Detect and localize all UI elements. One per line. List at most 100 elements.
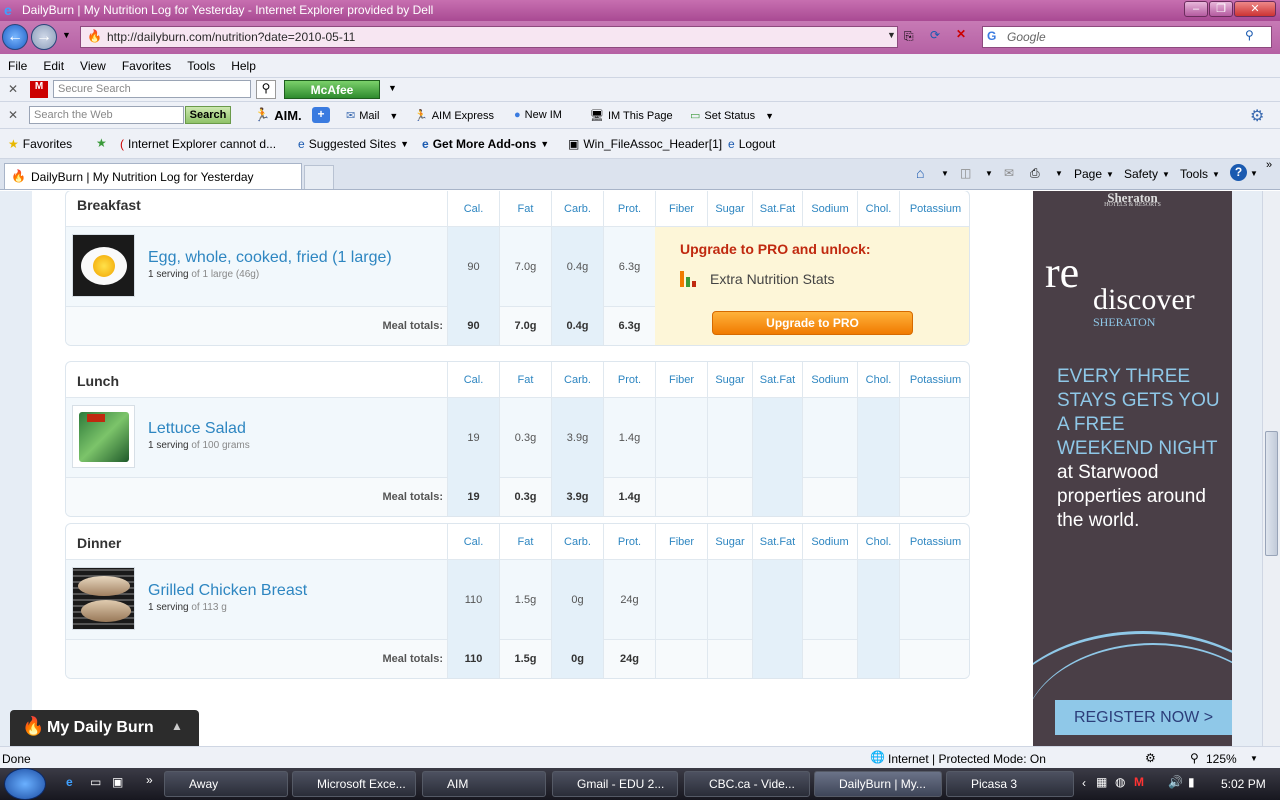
read-mail-icon[interactable]: ✉ (1004, 166, 1014, 180)
globe-icon: 🌐 (870, 750, 885, 764)
my-daily-burn-widget[interactable]: 🔥 My Daily Burn ▲ (10, 710, 199, 746)
food-name-link[interactable]: Grilled Chicken Breast (148, 582, 307, 600)
menu-help[interactable]: Help (231, 59, 256, 73)
secure-search-icon[interactable]: ⚲ (256, 80, 276, 99)
gear-icon[interactable]: ⚙ (1250, 106, 1264, 126)
print-dropdown-icon[interactable]: ▼ (1055, 169, 1063, 178)
start-button[interactable] (4, 768, 46, 800)
sheraton-ad[interactable]: Sheraton HOTELS & RESORTS re discover SH… (1033, 191, 1232, 746)
favorite-item-win-fileassoc[interactable]: ▣ Win_FileAssoc_Header[1] (568, 137, 722, 151)
help-dropdown-icon[interactable]: ▼ (1250, 169, 1258, 178)
search-box[interactable]: G Google ⚲ (982, 26, 1272, 48)
upgrade-pro-button[interactable]: Upgrade to PRO (712, 311, 913, 335)
meal-lunch: Lunch Cal. Fat Carb. Prot. Fiber Sugar Sat.Fat… (65, 361, 970, 517)
new-tab-button[interactable] (304, 165, 334, 189)
address-dropdown-icon[interactable]: ▼ (887, 30, 896, 40)
mcafee-button[interactable]: McAfee (284, 80, 380, 99)
zoom-level[interactable]: 125% (1206, 752, 1237, 766)
maximize-button[interactable]: ❐ (1209, 1, 1233, 17)
task-aim[interactable]: AIM (422, 771, 546, 797)
mail-dropdown-icon[interactable]: ▼ (389, 111, 398, 121)
im-this-page-button[interactable]: 🖥 IM This Page (590, 109, 673, 123)
tab-dailyburn[interactable]: 🔥 DailyBurn | My Nutrition Log for Yeste… (4, 163, 302, 189)
favorite-item-logout[interactable]: e Logout (728, 137, 775, 151)
stop-icon[interactable]: ✕ (956, 27, 966, 41)
favorites-button[interactable]: ★ Favorites (8, 137, 72, 151)
favorites-star-icon: ★ (8, 137, 19, 151)
mail-button[interactable]: ✉ Mail ▼ (346, 109, 398, 123)
favorite-item-suggested-sites[interactable]: e Suggested Sites ▼ (298, 137, 409, 151)
refresh-icon[interactable]: ⟳ (930, 28, 940, 42)
print-icon[interactable]: ⎙ (1030, 166, 1040, 181)
web-search-input[interactable]: Search the Web (29, 106, 184, 124)
new-im-button[interactable]: ● New IM (514, 109, 562, 121)
back-button[interactable]: ← (2, 24, 28, 50)
food-name-link[interactable]: Lettuce Salad (148, 420, 246, 438)
home-icon[interactable]: ⌂ (916, 165, 924, 181)
web-search-button[interactable]: Search (185, 106, 231, 124)
more-chevron-icon[interactable]: » (1266, 159, 1272, 171)
register-now-button[interactable]: REGISTER NOW > (1055, 700, 1232, 735)
favorite-item-ie-error[interactable]: (Internet Explorer cannot d... (120, 137, 276, 151)
close-toolbar-icon[interactable]: ✕ (8, 108, 18, 122)
compatibility-icon[interactable]: ⎘ (904, 29, 914, 44)
set-status-dropdown-icon[interactable]: ▼ (765, 111, 774, 121)
add-favorite-icon[interactable]: ★ (96, 136, 107, 150)
home-dropdown-icon[interactable]: ▼ (941, 169, 949, 178)
task-away[interactable]: Away (164, 771, 288, 797)
show-desktop-icon[interactable]: ▭ (90, 775, 101, 789)
page-menu[interactable]: Page ▼ (1074, 167, 1114, 181)
quicklaunch-overflow-icon[interactable]: » (146, 773, 153, 787)
aim-express-button[interactable]: 🏃 AIM Express (414, 109, 494, 123)
secure-search-input[interactable]: Secure Search (53, 80, 251, 98)
safety-menu[interactable]: Safety ▼ (1124, 167, 1170, 181)
food-name-link[interactable]: Egg, whole, cooked, fried (1 large) (148, 249, 392, 267)
vertical-scrollbar[interactable] (1262, 191, 1280, 746)
zoom-dropdown-icon[interactable]: ▼ (1250, 754, 1258, 763)
scrollbar-thumb[interactable] (1265, 431, 1278, 556)
nutrient-value (655, 398, 707, 478)
tray-app-icon[interactable]: ◍ (1115, 775, 1125, 789)
add-button[interactable]: + (312, 107, 330, 123)
feeds-icon[interactable]: ◫ (960, 166, 971, 180)
column-header-chol: Chol. (857, 524, 899, 560)
set-status-button[interactable]: ▭ Set Status ▼ (690, 109, 774, 123)
system-clock[interactable]: 5:02 PM (1221, 777, 1266, 791)
task-dailyburn[interactable]: DailyBurn | My... (814, 771, 942, 797)
menu-file[interactable]: File (8, 59, 27, 73)
menu-view[interactable]: View (80, 59, 106, 73)
mcafee-dropdown-icon[interactable]: ▼ (388, 83, 397, 93)
help-icon[interactable]: ? (1230, 164, 1247, 181)
favorite-item-get-addons[interactable]: e Get More Add-ons ▼ (422, 137, 549, 151)
nutrient-value (857, 398, 899, 478)
protected-mode-icon[interactable]: ⚙ (1145, 751, 1156, 765)
task-picasa[interactable]: Picasa 3 (946, 771, 1074, 797)
search-icon[interactable]: ⚲ (1245, 28, 1254, 42)
tray-battery-icon[interactable]: ▮ (1188, 775, 1195, 789)
get-addons-dropdown-icon[interactable]: ▼ (540, 139, 549, 149)
meal-total-value: 1.4g (603, 478, 655, 516)
tray-overflow-icon[interactable]: ‹ (1082, 776, 1086, 790)
switch-windows-icon[interactable]: ▣ (112, 775, 123, 789)
address-bar[interactable]: 🔥 http://dailyburn.com/nutrition?date=20… (80, 26, 898, 48)
close-toolbar-icon[interactable]: ✕ (8, 82, 18, 96)
menu-favorites[interactable]: Favorites (122, 59, 171, 73)
forward-button[interactable]: → (31, 24, 57, 50)
suggested-sites-dropdown-icon[interactable]: ▼ (400, 139, 409, 149)
tray-network-icon[interactable]: ▦ (1096, 775, 1107, 789)
tray-mcafee-icon[interactable]: M (1134, 775, 1144, 789)
menu-tools[interactable]: Tools (187, 59, 215, 73)
chevron-up-icon[interactable]: ▲ (171, 719, 183, 733)
close-button[interactable]: ✕ (1234, 1, 1276, 17)
task-gmail[interactable]: Gmail - EDU 2... (552, 771, 678, 797)
task-excel[interactable]: Microsoft Exce... (292, 771, 416, 797)
tray-volume-icon[interactable]: 🔊 (1168, 775, 1183, 789)
history-dropdown-icon[interactable]: ▼ (62, 30, 71, 40)
task-cbc[interactable]: CBC.ca - Vide... (684, 771, 810, 797)
set-status-icon: ▭ (690, 110, 701, 122)
menu-edit[interactable]: Edit (43, 59, 64, 73)
ie-quicklaunch-icon[interactable]: e (66, 775, 73, 789)
tools-menu[interactable]: Tools ▼ (1180, 167, 1220, 181)
minimize-button[interactable]: – (1184, 1, 1208, 17)
feeds-dropdown-icon[interactable]: ▼ (985, 169, 993, 178)
